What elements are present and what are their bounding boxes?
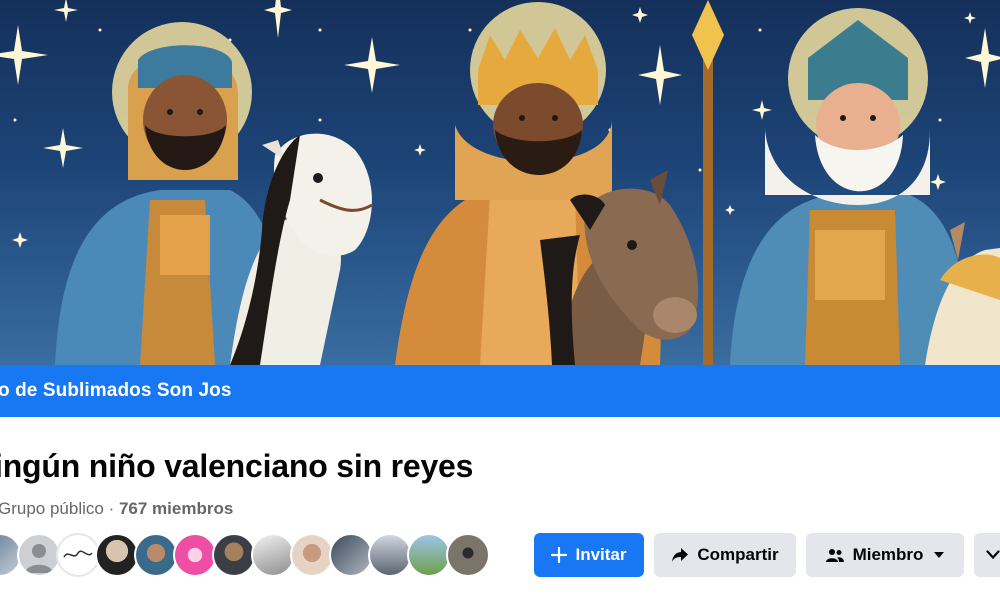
member-button[interactable]: Miembro: [806, 533, 964, 577]
group-page: o de Sublimados Son Jos ingún niño valen…: [0, 0, 1000, 600]
banner-text[interactable]: o de Sublimados Son Jos: [0, 380, 232, 402]
king-right: [730, 20, 966, 365]
avatar[interactable]: [95, 533, 139, 577]
avatar[interactable]: [329, 533, 373, 577]
plus-icon: [551, 547, 568, 563]
share-button-label: Compartir: [697, 545, 779, 564]
cover-photo[interactable]: [0, 0, 1000, 365]
chevron-down-icon: [986, 545, 1000, 565]
group-meta: Grupo público · 767 miembros: [0, 499, 233, 519]
avatar[interactable]: [290, 533, 334, 577]
staff: [692, 0, 724, 365]
avatar[interactable]: [407, 533, 451, 577]
more-options-button[interactable]: [974, 533, 1000, 577]
people-icon: [825, 547, 845, 563]
member-avatars: [0, 533, 490, 577]
member-count[interactable]: 767 miembros: [119, 499, 233, 518]
meta-separator: ·: [103, 499, 119, 518]
share-button[interactable]: Compartir: [654, 533, 796, 577]
privacy-label[interactable]: Grupo público: [0, 499, 104, 518]
avatar[interactable]: [173, 533, 217, 577]
group-owner-banner[interactable]: o de Sublimados Son Jos: [0, 365, 1000, 417]
logo-icon: [63, 550, 93, 558]
share-arrow-icon: [671, 547, 689, 563]
avatar[interactable]: [134, 533, 178, 577]
avatar[interactable]: [212, 533, 256, 577]
avatar[interactable]: [368, 533, 412, 577]
avatar[interactable]: [17, 533, 61, 577]
invite-button[interactable]: Invitar: [534, 533, 644, 577]
caret-down-icon: [933, 551, 945, 559]
invite-button-label: Invitar: [575, 545, 627, 564]
cover-illustration: [0, 0, 1000, 365]
avatar[interactable]: [446, 533, 490, 577]
group-title[interactable]: ingún niño valenciano sin reyes: [0, 448, 473, 485]
avatar[interactable]: [56, 533, 100, 577]
member-button-label: Miembro: [852, 545, 924, 564]
default-avatar-icon: [25, 544, 53, 573]
avatar[interactable]: [251, 533, 295, 577]
